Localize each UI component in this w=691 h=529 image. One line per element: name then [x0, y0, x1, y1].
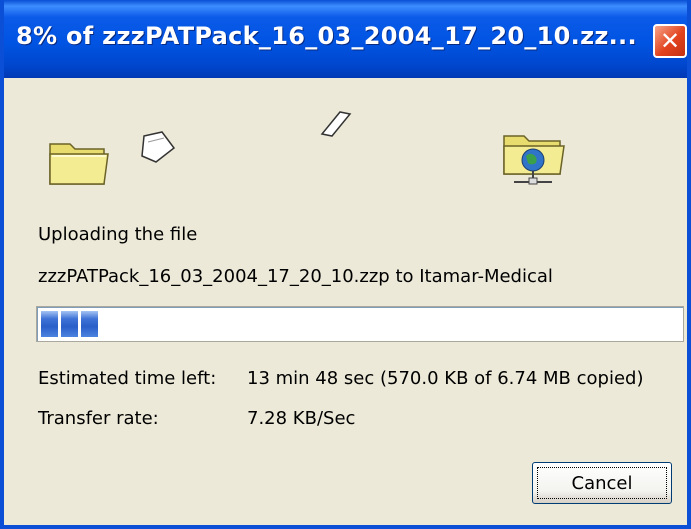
folder-icon: [49, 143, 109, 185]
close-icon: ✕: [659, 27, 681, 55]
close-button[interactable]: ✕: [653, 24, 687, 58]
status-action-text: Uploading the file: [38, 224, 198, 245]
transfer-rate-label: Transfer rate:: [38, 408, 159, 429]
window-title: 8% of zzzPATPack_16_03_2004_17_20_10.zz.…: [16, 22, 637, 50]
progress-chunk: [81, 311, 98, 337]
progress-fill: [41, 311, 98, 337]
title-bar[interactable]: 8% of zzzPATPack_16_03_2004_17_20_10.zz.…: [4, 0, 687, 78]
upload-progress-dialog: 8% of zzzPATPack_16_03_2004_17_20_10.zz.…: [0, 0, 691, 529]
transfer-rate-value: 7.28 KB/Sec: [247, 408, 356, 429]
time-left-value: 13 min 48 sec (570.0 KB of 6.74 MB copie…: [247, 368, 644, 389]
status-file-text: zzzPATPack_16_03_2004_17_20_10.zzp to It…: [38, 266, 553, 287]
copy-animation: [4, 78, 687, 218]
document-page-icon: [141, 131, 176, 163]
network-folder-icon: [503, 135, 565, 185]
upload-progress-bar: [36, 306, 684, 342]
flying-page-icon: [320, 111, 352, 137]
time-left-label: Estimated time left:: [38, 368, 217, 389]
cancel-button-label: Cancel: [571, 472, 633, 494]
progress-chunk: [41, 311, 58, 337]
cancel-button[interactable]: Cancel: [532, 462, 672, 504]
progress-chunk: [61, 311, 78, 337]
